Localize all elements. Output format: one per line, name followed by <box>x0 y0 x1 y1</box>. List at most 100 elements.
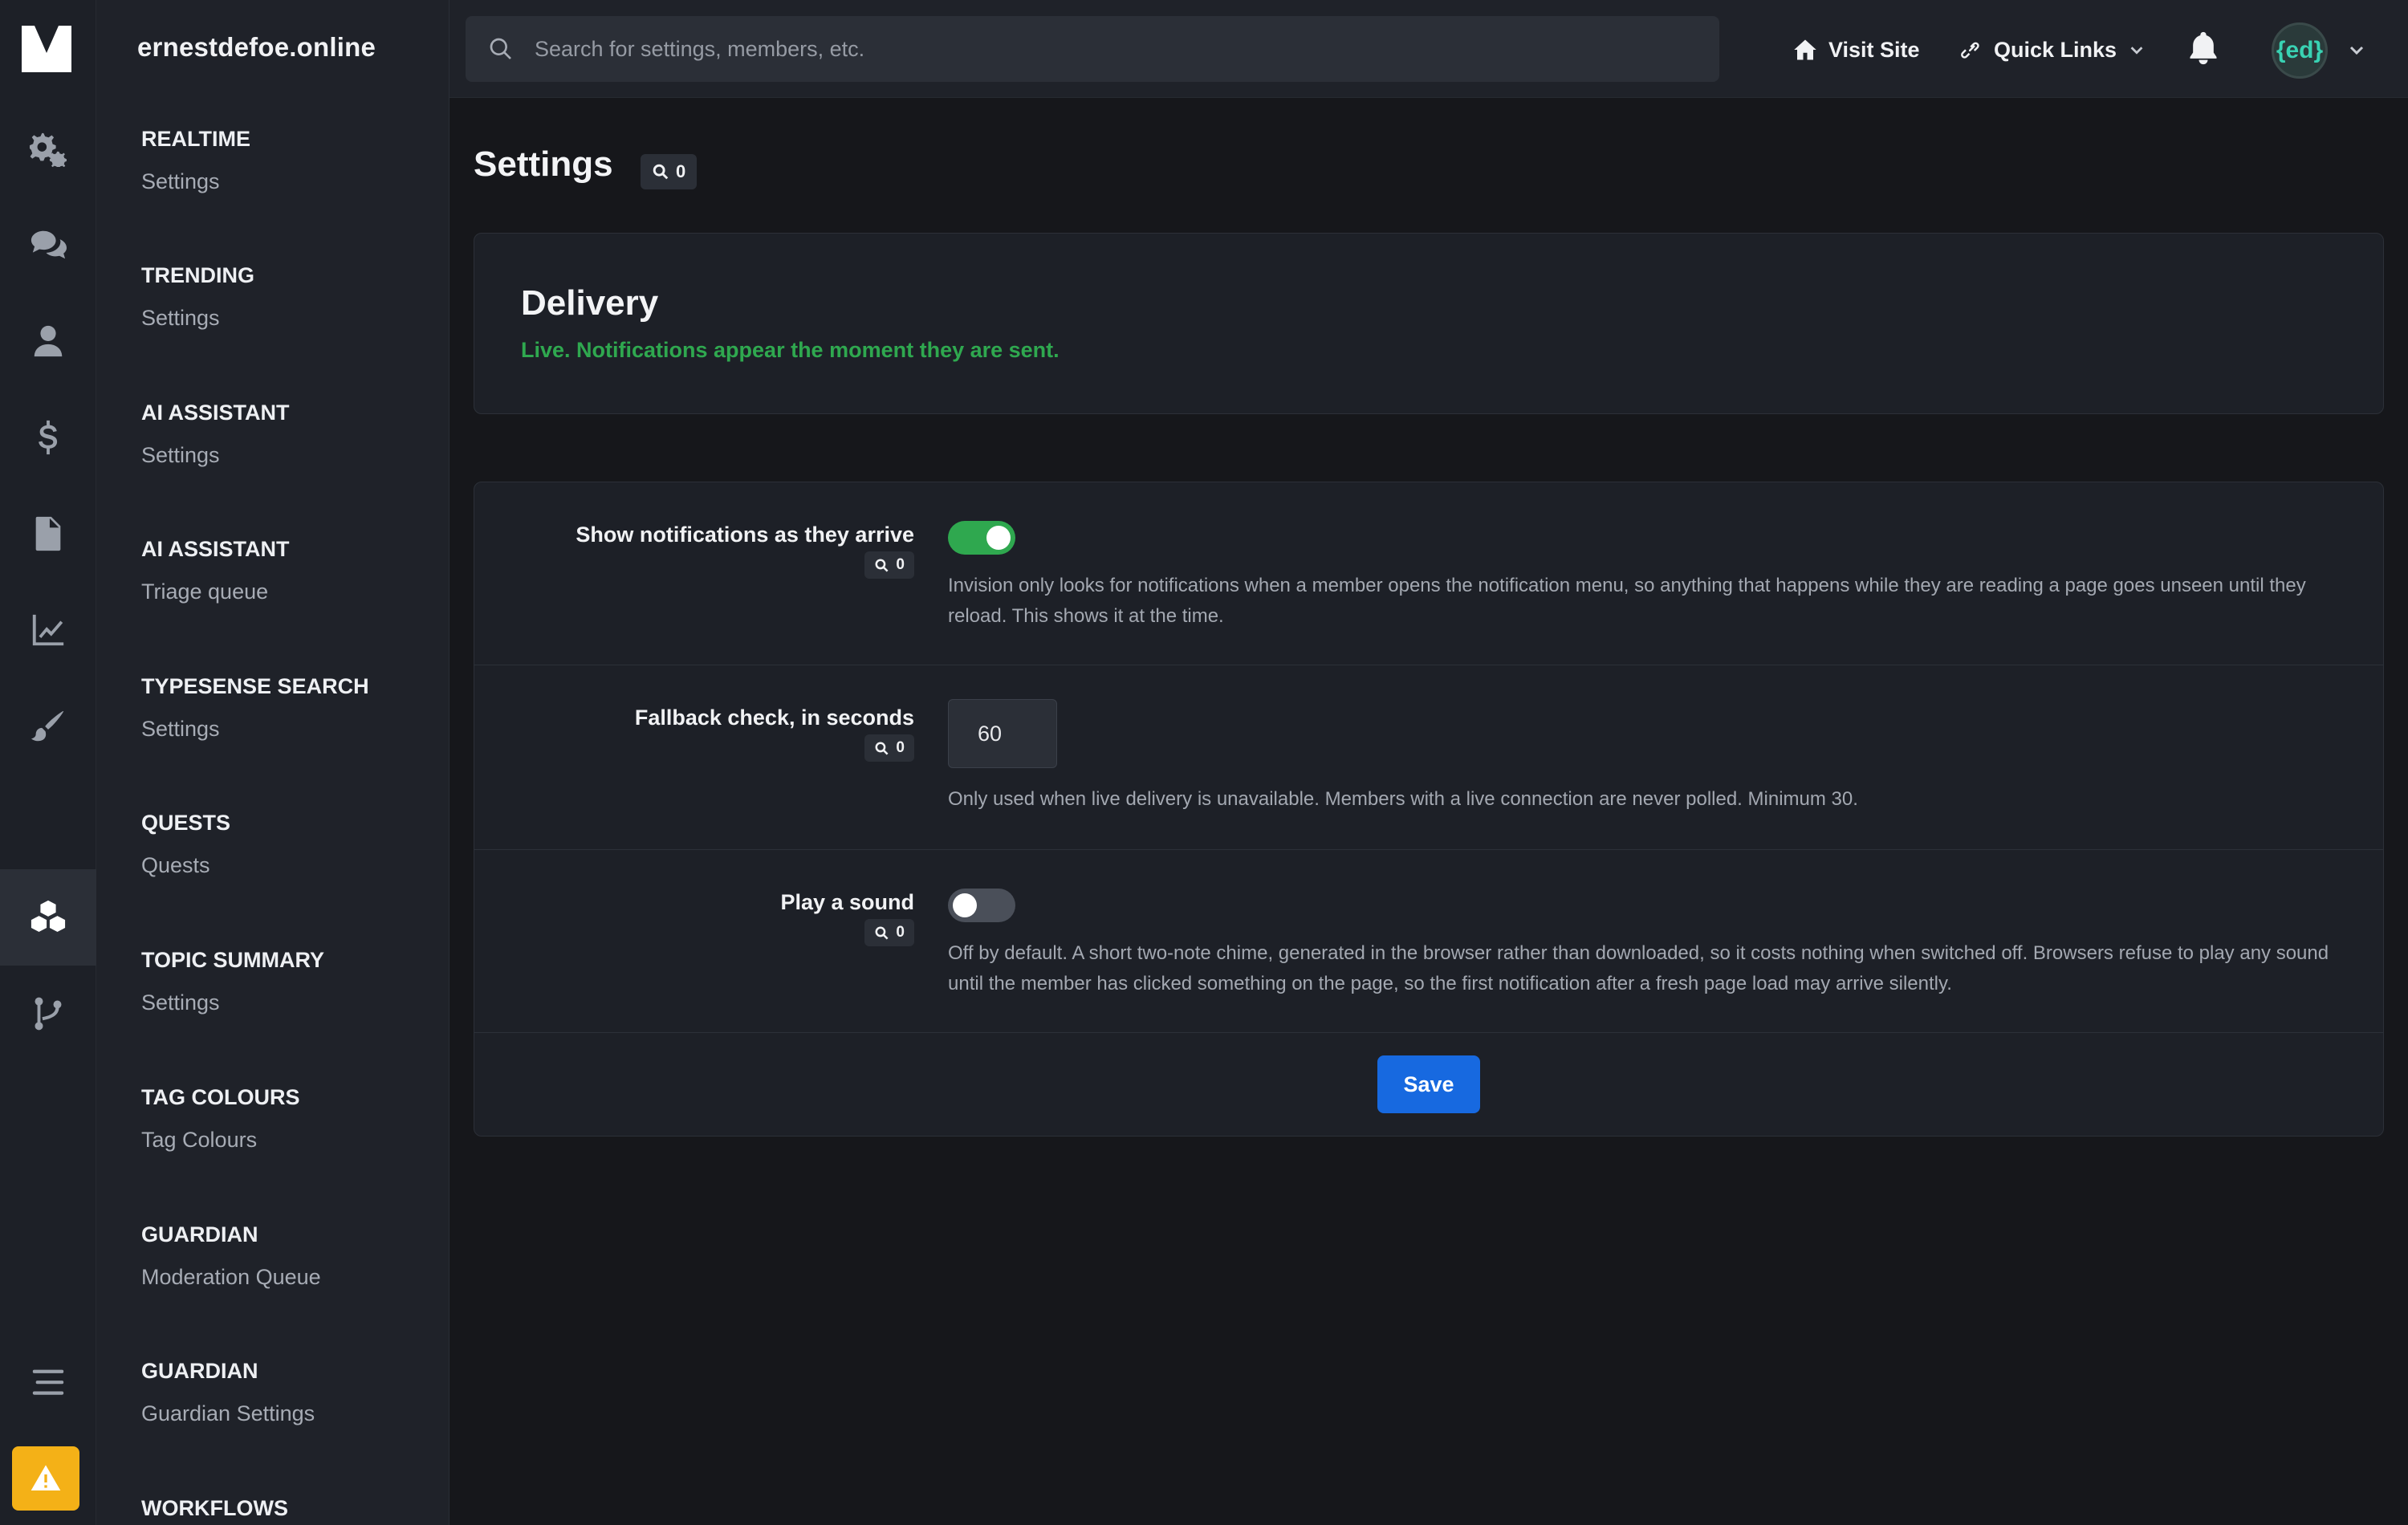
nav-group: Trending Settings <box>141 263 254 331</box>
nav-heading: Realtime <box>141 127 250 151</box>
search-icon <box>875 559 889 572</box>
setting-row-live-notifications: Show notifications as they arrive 0 Invi… <box>474 482 2383 665</box>
rail-item-applications[interactable] <box>0 869 96 966</box>
nav-heading: Tag Colours <box>141 1085 300 1109</box>
nav-group: Workflows <box>141 1496 288 1521</box>
warning-icon <box>31 1465 61 1490</box>
nav-heading: Trending <box>141 263 254 287</box>
cubes-icon <box>31 900 66 933</box>
fallback-seconds-input[interactable] <box>948 699 1057 768</box>
delivery-status: Live. Notifications appear the moment th… <box>521 338 1060 362</box>
save-button[interactable]: Save <box>1377 1055 1480 1113</box>
chevron-down-icon[interactable] <box>2347 40 2366 59</box>
visit-site-label: Visit Site <box>1828 37 1920 62</box>
branch-icon <box>35 997 62 1031</box>
rail-item-members[interactable] <box>0 293 96 389</box>
nav-group: Tag Colours Tag Colours <box>141 1085 300 1153</box>
nav-heading: Guardian <box>141 1359 258 1383</box>
link-icon <box>1961 42 1979 59</box>
rail-item-commerce[interactable] <box>0 389 96 486</box>
setting-help-text: Only used when live delivery is unavaila… <box>948 788 1858 810</box>
nav-group: Guardian Guardian Settings <box>141 1359 315 1426</box>
sidebar-item-ai-assistant-settings[interactable]: Settings <box>141 443 290 468</box>
rail-item-customization[interactable] <box>0 678 96 775</box>
menu-icon <box>32 1369 64 1395</box>
nav-group: Typesense Search Settings <box>141 674 369 742</box>
home-icon <box>1794 39 1816 60</box>
search-count: 0 <box>676 161 686 181</box>
page-title: Settings <box>474 144 613 184</box>
toggle-knob <box>953 893 977 917</box>
chart-line-icon <box>32 614 64 646</box>
toggle-knob <box>986 526 1011 550</box>
nav-group: Realtime Settings <box>141 127 250 194</box>
rail-item-workflows[interactable] <box>0 966 96 1062</box>
sidebar-item-topic-summary-settings[interactable]: Settings <box>141 990 324 1015</box>
setting-label: Show notifications as they arrive <box>576 523 914 547</box>
chat-bubbles-icon <box>31 230 67 259</box>
setting-search-count: 0 <box>896 739 905 756</box>
setting-row-fallback-check: Fallback check, in seconds 0 Only used w… <box>474 665 2383 850</box>
quick-links-label: Quick Links <box>1994 37 2117 62</box>
user-icon <box>34 325 63 357</box>
nav-heading: Quests <box>141 811 231 835</box>
rail-item-stats[interactable] <box>0 582 96 678</box>
search-icon <box>875 742 889 755</box>
sidebar-item-guardian-settings[interactable]: Guardian Settings <box>141 1401 315 1426</box>
setting-label: Fallback check, in seconds <box>634 706 914 730</box>
nav-heading: Guardian <box>141 1222 258 1246</box>
setting-row-play-sound: Play a sound 0 Off by default. A short t… <box>474 850 2383 1033</box>
sidebar-item-quests[interactable]: Quests <box>141 853 230 878</box>
top-bar: Visit Site Quick Links {ed} <box>449 0 2408 98</box>
nav-heading: AI Assistant <box>141 401 290 425</box>
file-icon <box>35 516 61 551</box>
nav-heading: AI Assistant <box>141 537 290 561</box>
sidebar-item-triage-queue[interactable]: Triage queue <box>141 580 290 604</box>
quick-links-dropdown[interactable]: Quick Links <box>1959 31 2146 69</box>
live-notifications-toggle[interactable] <box>948 521 1015 555</box>
delivery-title: Delivery <box>521 283 659 323</box>
gears-icon <box>30 132 67 167</box>
nav-group: AI Assistant Settings <box>141 401 290 468</box>
setting-search-badge[interactable]: 0 <box>864 734 914 762</box>
nav-heading: Typesense Search <box>141 674 369 698</box>
site-name[interactable]: ernestdefoe.online <box>137 32 376 63</box>
search-bar[interactable] <box>466 16 1719 82</box>
brush-icon <box>31 710 64 742</box>
nav-group: Guardian Moderation Queue <box>141 1222 321 1290</box>
visit-site-link[interactable]: Visit Site <box>1793 31 1920 69</box>
nav-group: Quests Quests <box>141 811 230 878</box>
setting-search-badge[interactable]: 0 <box>864 919 914 946</box>
rail-item-menu[interactable] <box>0 1334 96 1430</box>
rail-item-community[interactable] <box>0 197 96 293</box>
logo-icon[interactable] <box>20 22 73 75</box>
delivery-panel: Delivery Live. Notifications appear the … <box>474 233 2384 414</box>
nav-group: AI Assistant Triage queue <box>141 537 290 604</box>
sidebar-item-moderation-queue[interactable]: Moderation Queue <box>141 1265 321 1290</box>
icon-rail <box>0 0 96 1525</box>
nav-heading: Workflows <box>141 1496 288 1520</box>
nav-heading: Topic Summary <box>141 948 325 972</box>
rail-item-content[interactable] <box>0 486 96 582</box>
sidebar-item-typesense-settings[interactable]: Settings <box>141 717 369 742</box>
nav-group: Topic Summary Settings <box>141 948 324 1015</box>
play-sound-toggle[interactable] <box>948 889 1015 922</box>
search-input[interactable] <box>535 16 1719 82</box>
search-icon <box>875 926 889 940</box>
sidebar-item-tag-colours[interactable]: Tag Colours <box>141 1128 300 1153</box>
search-icon <box>490 38 511 59</box>
settings-panel: Show notifications as they arrive 0 Invi… <box>474 482 2384 1137</box>
warning-button[interactable] <box>12 1446 79 1511</box>
chevron-down-icon <box>2130 47 2143 55</box>
sidebar-item-trending-settings[interactable]: Settings <box>141 306 254 331</box>
setting-label: Play a sound <box>780 890 914 914</box>
avatar[interactable]: {ed} <box>2272 22 2328 79</box>
sidebar: ernestdefoe.online Realtime Settings Tre… <box>96 0 449 1525</box>
setting-search-count: 0 <box>896 556 905 573</box>
setting-search-badge[interactable]: 0 <box>864 551 914 579</box>
rail-item-system[interactable] <box>0 100 96 197</box>
sidebar-item-realtime-settings[interactable]: Settings <box>141 169 250 194</box>
bell-icon[interactable] <box>2186 31 2221 66</box>
search-icon <box>653 164 669 180</box>
search-count-badge[interactable]: 0 <box>641 154 698 189</box>
